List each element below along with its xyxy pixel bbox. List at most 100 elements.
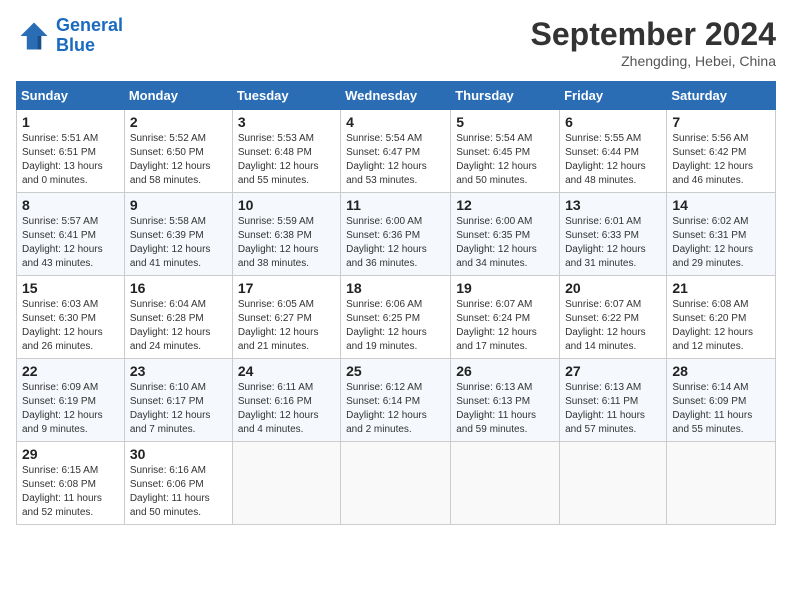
day-number: 5 xyxy=(456,114,554,130)
logo-icon xyxy=(16,18,52,54)
day-number: 22 xyxy=(22,363,119,379)
day-number: 7 xyxy=(672,114,770,130)
logo-line1: General xyxy=(56,15,123,35)
day-info: Sunrise: 6:13 AM Sunset: 6:11 PM Dayligh… xyxy=(565,381,661,437)
logo-line2: Blue xyxy=(56,35,95,55)
day-info: Sunrise: 5:51 AM Sunset: 6:51 PM Dayligh… xyxy=(22,132,119,188)
day-number: 10 xyxy=(238,197,335,213)
calendar-cell: 5 Sunrise: 5:54 AM Sunset: 6:45 PM Dayli… xyxy=(451,110,560,193)
calendar-cell: 29 Sunrise: 6:15 AM Sunset: 6:08 PM Dayl… xyxy=(17,442,125,525)
calendar-cell: 1 Sunrise: 5:51 AM Sunset: 6:51 PM Dayli… xyxy=(17,110,125,193)
day-number: 6 xyxy=(565,114,661,130)
day-info: Sunrise: 6:00 AM Sunset: 6:36 PM Dayligh… xyxy=(346,215,445,271)
col-sunday: Sunday xyxy=(17,82,125,110)
calendar-cell: 16 Sunrise: 6:04 AM Sunset: 6:28 PM Dayl… xyxy=(124,276,232,359)
day-number: 30 xyxy=(130,446,227,462)
calendar-table: Sunday Monday Tuesday Wednesday Thursday… xyxy=(16,81,776,525)
calendar-row: 8 Sunrise: 5:57 AM Sunset: 6:41 PM Dayli… xyxy=(17,193,776,276)
calendar-cell: 3 Sunrise: 5:53 AM Sunset: 6:48 PM Dayli… xyxy=(232,110,340,193)
calendar-cell: 2 Sunrise: 5:52 AM Sunset: 6:50 PM Dayli… xyxy=(124,110,232,193)
calendar-cell: 8 Sunrise: 5:57 AM Sunset: 6:41 PM Dayli… xyxy=(17,193,125,276)
calendar-row: 22 Sunrise: 6:09 AM Sunset: 6:19 PM Dayl… xyxy=(17,359,776,442)
day-info: Sunrise: 5:54 AM Sunset: 6:45 PM Dayligh… xyxy=(456,132,554,188)
calendar-cell: 20 Sunrise: 6:07 AM Sunset: 6:22 PM Dayl… xyxy=(560,276,667,359)
day-info: Sunrise: 6:04 AM Sunset: 6:28 PM Dayligh… xyxy=(130,298,227,354)
day-number: 18 xyxy=(346,280,445,296)
day-number: 8 xyxy=(22,197,119,213)
day-number: 24 xyxy=(238,363,335,379)
day-number: 26 xyxy=(456,363,554,379)
calendar-cell: 7 Sunrise: 5:56 AM Sunset: 6:42 PM Dayli… xyxy=(667,110,776,193)
calendar-cell xyxy=(232,442,340,525)
day-info: Sunrise: 6:02 AM Sunset: 6:31 PM Dayligh… xyxy=(672,215,770,271)
day-info: Sunrise: 6:00 AM Sunset: 6:35 PM Dayligh… xyxy=(456,215,554,271)
col-tuesday: Tuesday xyxy=(232,82,340,110)
day-number: 23 xyxy=(130,363,227,379)
title-block: September 2024 Zhengding, Hebei, China xyxy=(531,16,776,69)
day-number: 11 xyxy=(346,197,445,213)
day-number: 19 xyxy=(456,280,554,296)
day-info: Sunrise: 6:13 AM Sunset: 6:13 PM Dayligh… xyxy=(456,381,554,437)
calendar-cell: 18 Sunrise: 6:06 AM Sunset: 6:25 PM Dayl… xyxy=(341,276,451,359)
col-thursday: Thursday xyxy=(451,82,560,110)
day-info: Sunrise: 6:01 AM Sunset: 6:33 PM Dayligh… xyxy=(565,215,661,271)
day-number: 2 xyxy=(130,114,227,130)
calendar-cell: 25 Sunrise: 6:12 AM Sunset: 6:14 PM Dayl… xyxy=(341,359,451,442)
day-number: 1 xyxy=(22,114,119,130)
day-info: Sunrise: 5:56 AM Sunset: 6:42 PM Dayligh… xyxy=(672,132,770,188)
calendar-cell: 12 Sunrise: 6:00 AM Sunset: 6:35 PM Dayl… xyxy=(451,193,560,276)
calendar-cell: 28 Sunrise: 6:14 AM Sunset: 6:09 PM Dayl… xyxy=(667,359,776,442)
day-info: Sunrise: 6:16 AM Sunset: 6:06 PM Dayligh… xyxy=(130,464,227,520)
day-info: Sunrise: 6:15 AM Sunset: 6:08 PM Dayligh… xyxy=(22,464,119,520)
logo-text: General Blue xyxy=(56,16,123,56)
day-number: 16 xyxy=(130,280,227,296)
day-number: 12 xyxy=(456,197,554,213)
calendar-cell: 26 Sunrise: 6:13 AM Sunset: 6:13 PM Dayl… xyxy=(451,359,560,442)
day-number: 15 xyxy=(22,280,119,296)
month-title: September 2024 xyxy=(531,16,776,53)
calendar-cell xyxy=(341,442,451,525)
day-info: Sunrise: 5:59 AM Sunset: 6:38 PM Dayligh… xyxy=(238,215,335,271)
calendar-cell: 15 Sunrise: 6:03 AM Sunset: 6:30 PM Dayl… xyxy=(17,276,125,359)
calendar-cell: 6 Sunrise: 5:55 AM Sunset: 6:44 PM Dayli… xyxy=(560,110,667,193)
day-number: 4 xyxy=(346,114,445,130)
header-row: Sunday Monday Tuesday Wednesday Thursday… xyxy=(17,82,776,110)
calendar-cell: 11 Sunrise: 6:00 AM Sunset: 6:36 PM Dayl… xyxy=(341,193,451,276)
day-info: Sunrise: 6:09 AM Sunset: 6:19 PM Dayligh… xyxy=(22,381,119,437)
calendar-row: 1 Sunrise: 5:51 AM Sunset: 6:51 PM Dayli… xyxy=(17,110,776,193)
col-saturday: Saturday xyxy=(667,82,776,110)
calendar-cell: 23 Sunrise: 6:10 AM Sunset: 6:17 PM Dayl… xyxy=(124,359,232,442)
day-info: Sunrise: 5:58 AM Sunset: 6:39 PM Dayligh… xyxy=(130,215,227,271)
day-info: Sunrise: 5:52 AM Sunset: 6:50 PM Dayligh… xyxy=(130,132,227,188)
day-info: Sunrise: 6:06 AM Sunset: 6:25 PM Dayligh… xyxy=(346,298,445,354)
col-friday: Friday xyxy=(560,82,667,110)
calendar-cell: 22 Sunrise: 6:09 AM Sunset: 6:19 PM Dayl… xyxy=(17,359,125,442)
day-number: 14 xyxy=(672,197,770,213)
calendar-cell: 24 Sunrise: 6:11 AM Sunset: 6:16 PM Dayl… xyxy=(232,359,340,442)
day-info: Sunrise: 5:54 AM Sunset: 6:47 PM Dayligh… xyxy=(346,132,445,188)
calendar-cell: 14 Sunrise: 6:02 AM Sunset: 6:31 PM Dayl… xyxy=(667,193,776,276)
day-number: 13 xyxy=(565,197,661,213)
calendar-cell xyxy=(560,442,667,525)
day-info: Sunrise: 6:14 AM Sunset: 6:09 PM Dayligh… xyxy=(672,381,770,437)
day-number: 3 xyxy=(238,114,335,130)
calendar-cell: 10 Sunrise: 5:59 AM Sunset: 6:38 PM Dayl… xyxy=(232,193,340,276)
calendar-cell: 13 Sunrise: 6:01 AM Sunset: 6:33 PM Dayl… xyxy=(560,193,667,276)
calendar-row: 15 Sunrise: 6:03 AM Sunset: 6:30 PM Dayl… xyxy=(17,276,776,359)
day-number: 17 xyxy=(238,280,335,296)
calendar-cell xyxy=(451,442,560,525)
calendar-cell: 9 Sunrise: 5:58 AM Sunset: 6:39 PM Dayli… xyxy=(124,193,232,276)
calendar-cell: 30 Sunrise: 6:16 AM Sunset: 6:06 PM Dayl… xyxy=(124,442,232,525)
day-info: Sunrise: 6:10 AM Sunset: 6:17 PM Dayligh… xyxy=(130,381,227,437)
day-info: Sunrise: 5:57 AM Sunset: 6:41 PM Dayligh… xyxy=(22,215,119,271)
page-header: General Blue September 2024 Zhengding, H… xyxy=(16,16,776,69)
col-monday: Monday xyxy=(124,82,232,110)
calendar-cell: 4 Sunrise: 5:54 AM Sunset: 6:47 PM Dayli… xyxy=(341,110,451,193)
day-info: Sunrise: 5:55 AM Sunset: 6:44 PM Dayligh… xyxy=(565,132,661,188)
day-info: Sunrise: 6:05 AM Sunset: 6:27 PM Dayligh… xyxy=(238,298,335,354)
day-info: Sunrise: 6:08 AM Sunset: 6:20 PM Dayligh… xyxy=(672,298,770,354)
day-info: Sunrise: 6:11 AM Sunset: 6:16 PM Dayligh… xyxy=(238,381,335,437)
day-number: 25 xyxy=(346,363,445,379)
calendar-row: 29 Sunrise: 6:15 AM Sunset: 6:08 PM Dayl… xyxy=(17,442,776,525)
day-info: Sunrise: 6:07 AM Sunset: 6:22 PM Dayligh… xyxy=(565,298,661,354)
